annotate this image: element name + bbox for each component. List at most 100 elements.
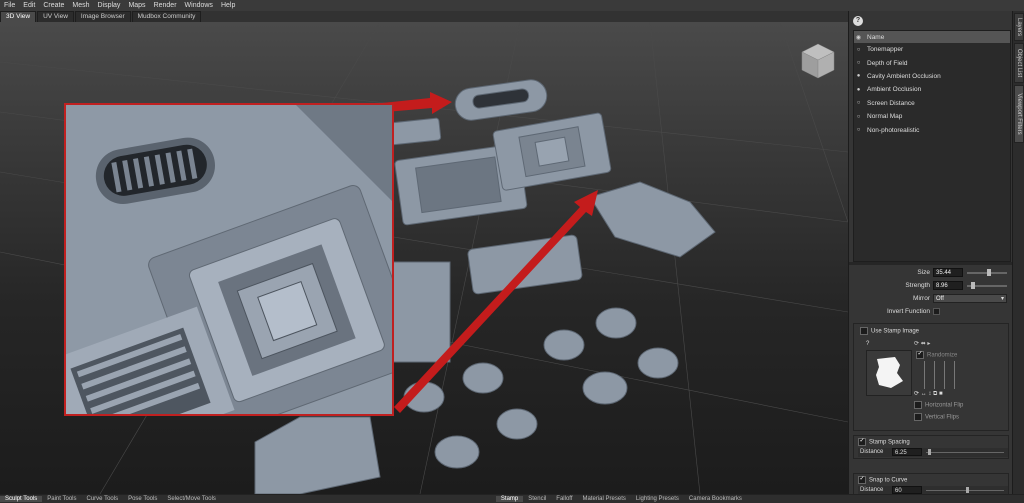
toggle-dot-icon[interactable]: ○ (854, 114, 863, 120)
randomize-sliders[interactable] (920, 361, 964, 391)
toggle-dot-icon[interactable]: ○ (854, 100, 863, 106)
distance2-slider-thumb[interactable] (966, 487, 969, 493)
horizontal-flip-checkbox[interactable] (914, 401, 922, 409)
distance2-label: Distance (860, 487, 884, 493)
mirror-property: Mirror Off ▾ (849, 294, 1013, 304)
horizontal-flip-row[interactable]: Horizontal Flip (914, 401, 963, 409)
menu-help[interactable]: Help (217, 2, 239, 9)
vertical-flip-checkbox[interactable] (914, 413, 922, 421)
size-field[interactable]: 35.44 (933, 268, 963, 277)
snap-to-curve-checkbox[interactable]: ✓ (858, 476, 866, 484)
mirror-dropdown[interactable]: Off ▾ (933, 294, 1007, 303)
help-icon[interactable]: ? (853, 16, 863, 26)
stamp-spacing-checkbox[interactable]: ✓ (858, 438, 866, 446)
filters-header-label: Name (867, 33, 885, 41)
distance2-slider[interactable] (926, 487, 1004, 493)
tab-paint-tools[interactable]: Paint Tools (42, 496, 81, 502)
tab-falloff[interactable]: Falloff (551, 496, 577, 502)
use-stamp-row[interactable]: Use Stamp Image (860, 327, 919, 335)
view-tab-bar: 3D View UV View Image Browser Mudbox Com… (0, 11, 848, 22)
stamp-help-icon[interactable]: ? (866, 341, 869, 347)
toggle-dot-icon[interactable]: ○ (854, 47, 863, 53)
tab-pose-tools[interactable]: Pose Tools (123, 496, 162, 502)
menu-windows[interactable]: Windows (181, 2, 217, 9)
viewport-filters-list: ◉ Name ○ Tonemapper ○ Depth of Field ● Cavi… (853, 30, 1011, 262)
menu-create[interactable]: Create (39, 2, 68, 9)
filter-item-non-photorealistic[interactable]: ○ Non-photorealistic (854, 123, 1010, 136)
menu-mesh[interactable]: Mesh (68, 2, 93, 9)
menu-display[interactable]: Display (93, 2, 124, 9)
snap-to-curve-section: ✓ Snap to Curve Distance 60 (853, 473, 1009, 495)
3d-viewport[interactable] (0, 22, 848, 494)
filter-item-normal-map[interactable]: ○ Normal Map (854, 110, 1010, 123)
size-property: Size 35.44 (849, 268, 1013, 278)
filter-label: Normal Map (867, 113, 903, 121)
filter-label: Non-photorealistic (867, 126, 920, 134)
tab-sculpt-tools[interactable]: Sculpt Tools (0, 496, 43, 502)
tab-image-browser[interactable]: Image Browser (74, 11, 131, 22)
filter-item-ambient-occlusion[interactable]: ● Ambient Occlusion (854, 83, 1010, 96)
menu-file[interactable]: File (0, 2, 19, 9)
tab-stencil[interactable]: Stencil (523, 496, 551, 502)
distance-slider-thumb[interactable] (928, 449, 931, 455)
toggle-dot-icon[interactable]: ○ (854, 60, 863, 66)
tab-layers[interactable]: Layers (1014, 13, 1024, 41)
invert-function-property: Invert Function (849, 307, 1013, 317)
tab-stamp[interactable]: Stamp (495, 496, 524, 502)
stamp-image-preview[interactable] (866, 350, 912, 396)
tab-viewport-filters[interactable]: Viewport Filters (1014, 85, 1024, 143)
tab-select-move-tools[interactable]: Select/Move Tools (162, 496, 221, 502)
filters-header[interactable]: ◉ Name (854, 31, 1010, 43)
tab-lighting-presets[interactable]: Lighting Presets (631, 496, 684, 502)
tab-object-list[interactable]: Object List (1014, 43, 1024, 83)
stamp-tool-icons[interactable]: ⟳ ⬌ ▸ (914, 340, 930, 347)
toggle-dot-icon[interactable]: ● (854, 87, 863, 93)
invert-function-checkbox[interactable] (933, 308, 940, 315)
menu-bar: File Edit Create Mesh Display Maps Rende… (0, 0, 1024, 11)
distance-field[interactable]: 6.25 (892, 448, 922, 456)
toggle-dot-icon[interactable]: ○ (854, 127, 863, 133)
randomize-label: Randomize (927, 352, 958, 359)
randomize-row[interactable]: ✓ Randomize (916, 351, 957, 359)
menu-render[interactable]: Render (150, 2, 181, 9)
filter-item-tonemapper[interactable]: ○ Tonemapper (854, 43, 1010, 56)
right-panel: ? ◉ Name ○ Tonemapper ○ Depth of Field ● Ca… (848, 11, 1013, 495)
distance-slider[interactable] (926, 449, 1004, 455)
stamp-spacing-row[interactable]: ✓ Stamp Spacing (858, 438, 910, 446)
tab-curve-tools[interactable]: Curve Tools (82, 496, 124, 502)
size-slider[interactable] (967, 269, 1007, 276)
strength-slider-thumb[interactable] (970, 282, 975, 289)
snap-to-curve-row[interactable]: ✓ Snap to Curve (858, 476, 907, 484)
vertical-flip-row[interactable]: Vertical Flips (914, 413, 959, 421)
tab-uv-view[interactable]: UV View (37, 11, 74, 22)
toggle-dot-icon[interactable]: ● (854, 73, 863, 79)
tab-material-presets[interactable]: Material Presets (578, 496, 631, 502)
mirror-value: Off (936, 296, 944, 302)
filter-label: Tonemapper (867, 46, 904, 54)
filter-item-cavity-ao[interactable]: ● Cavity Ambient Occlusion (854, 70, 1010, 83)
size-label: Size (917, 269, 930, 276)
menu-edit[interactable]: Edit (19, 2, 39, 9)
panel-divider[interactable] (849, 262, 1013, 265)
tab-3d-view[interactable]: 3D View (0, 11, 37, 22)
randomize-checkbox[interactable]: ✓ (916, 351, 924, 359)
tab-mudbox-community[interactable]: Mudbox Community (131, 11, 202, 22)
size-slider-thumb[interactable] (986, 269, 991, 276)
distance-row: Distance 6.25 (858, 448, 1008, 457)
strength-field[interactable]: 8.96 (933, 281, 963, 290)
side-tab-strip: Layers Object List Viewport Filters (1012, 11, 1024, 494)
use-stamp-label: Use Stamp Image (871, 328, 920, 335)
menu-maps[interactable]: Maps (124, 2, 149, 9)
filter-label: Cavity Ambient Occlusion (867, 72, 941, 80)
use-stamp-checkbox[interactable] (860, 327, 868, 335)
strength-label: Strength (905, 282, 930, 289)
filter-item-depth-of-field[interactable]: ○ Depth of Field (854, 56, 1010, 69)
view-cube[interactable] (801, 43, 835, 79)
stamp-action-icons[interactable]: ⟳ ↔ ↕ ⧉ ■ (914, 390, 943, 398)
distance2-field[interactable]: 60 (892, 486, 922, 494)
eye-icon: ◉ (855, 34, 862, 41)
filter-item-screen-distance[interactable]: ○ Screen Distance (854, 97, 1010, 110)
tab-layers-label: Layers (1016, 17, 1022, 37)
tab-camera-bookmarks[interactable]: Camera Bookmarks (684, 496, 747, 502)
strength-slider[interactable] (967, 282, 1007, 289)
